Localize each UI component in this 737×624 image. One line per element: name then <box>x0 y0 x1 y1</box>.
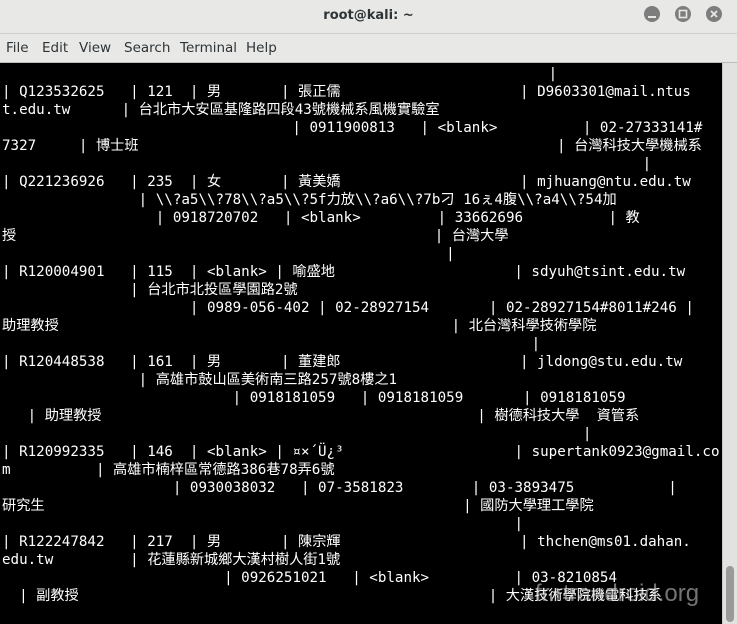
terminal-line: | \\?a5\\?78\\?a5\\?5f力放\\?a6\\?7b刁 16ぇ4… <box>2 192 617 208</box>
terminal-line: | <box>2 66 558 82</box>
terminal-line: | 0918720702 | <blank> | 33662696 | 教 <box>2 210 640 226</box>
terminal-line: | 高雄市鼓山區美術南三路257號8樓之1 <box>2 372 398 388</box>
minimize-button[interactable] <box>644 6 660 22</box>
terminal-line: | R120992335 | 146 | <blank> | ¤×´Ü¿³ | … <box>2 444 720 460</box>
terminal-line: 7327 | 博士班 | 台灣科技大學機械系 <box>2 138 702 154</box>
terminal-line: m | 高雄市楠梓區常德路386巷78弄6號 <box>2 462 335 478</box>
maximize-icon <box>678 9 688 19</box>
menu-edit[interactable]: Edit <box>42 40 68 56</box>
menu-help[interactable]: Help <box>246 40 277 56</box>
terminal-line: | <box>2 426 592 442</box>
terminal-line: | 助理教授 | 樹德科技大學 資管系 <box>2 408 640 424</box>
terminal-line: | 0926251021 | <blank> | 03-8210854 <box>2 570 617 586</box>
terminal-line: | 0989-056-402 | 02-28927154 | 02-289271… <box>2 300 694 316</box>
menu-search[interactable]: Search <box>124 40 170 56</box>
terminal-line: 研究生 | 國防大學理工學院 <box>2 498 594 514</box>
terminal-line: | 0918181059 | 0918181059 | 0918181059 <box>2 390 626 406</box>
terminal-line: 授 | 台灣大學 <box>2 228 509 244</box>
terminal-line: | <box>2 336 541 352</box>
watermark: fr.rtrandroid.org <box>535 580 700 607</box>
terminal-line: | Q221236926 | 235 | 女 | 黃美嬌 | mjhuang@n… <box>2 174 691 190</box>
title-bar: root@kali: ~ <box>0 0 737 34</box>
terminal-line: | <box>2 516 524 532</box>
window-title: root@kali: ~ <box>323 8 414 23</box>
terminal-line: | R120448538 | 161 | 男 | 董建郎 | jldong@st… <box>2 354 683 370</box>
terminal-line: | R122247842 | 217 | 男 | 陳宗輝 | thchen@ms… <box>2 534 691 550</box>
menu-file[interactable]: File <box>6 40 29 56</box>
terminal-line: | 台北市北投區學園路2號 <box>2 282 298 298</box>
menu-terminal[interactable]: Terminal <box>180 40 237 56</box>
close-button[interactable] <box>706 6 722 22</box>
terminal-scrollbar[interactable] <box>722 63 737 624</box>
terminal-line: edu.tw | 花蓮縣新城鄉大漢村樹人街1號 <box>2 552 341 568</box>
terminal-line: | Q123532625 | 121 | 男 | 張正儒 | D9603301@… <box>2 84 691 100</box>
minimize-icon <box>648 16 656 18</box>
terminal-line: | 0930038032 | 07-3581823 | 03-3893475 | <box>2 480 677 496</box>
terminal-output[interactable]: | | Q123532625 | 121 | 男 | 張正儒 | D960330… <box>0 63 722 624</box>
menu-bar: File Edit View Search Terminal Help <box>0 34 737 63</box>
menu-view[interactable]: View <box>79 40 111 56</box>
maximize-button[interactable] <box>675 6 691 22</box>
terminal-line: 助理教授 | 北台灣科學技術學院 <box>2 318 597 334</box>
terminal-line: | R120004901 | 115 | <blank> | 喻盛地 | sdy… <box>2 264 686 280</box>
close-icon <box>710 10 718 18</box>
terminal-line: t.edu.tw | 台北市大安區基隆路四段43號機械系風機實驗室 <box>2 102 440 118</box>
terminal-line: | <box>2 246 455 262</box>
terminal-line: | 0911900813 | <blank> | 02-27333141# <box>2 120 703 136</box>
terminal-line: | <box>2 156 652 172</box>
scrollbar-thumb[interactable] <box>726 566 734 622</box>
